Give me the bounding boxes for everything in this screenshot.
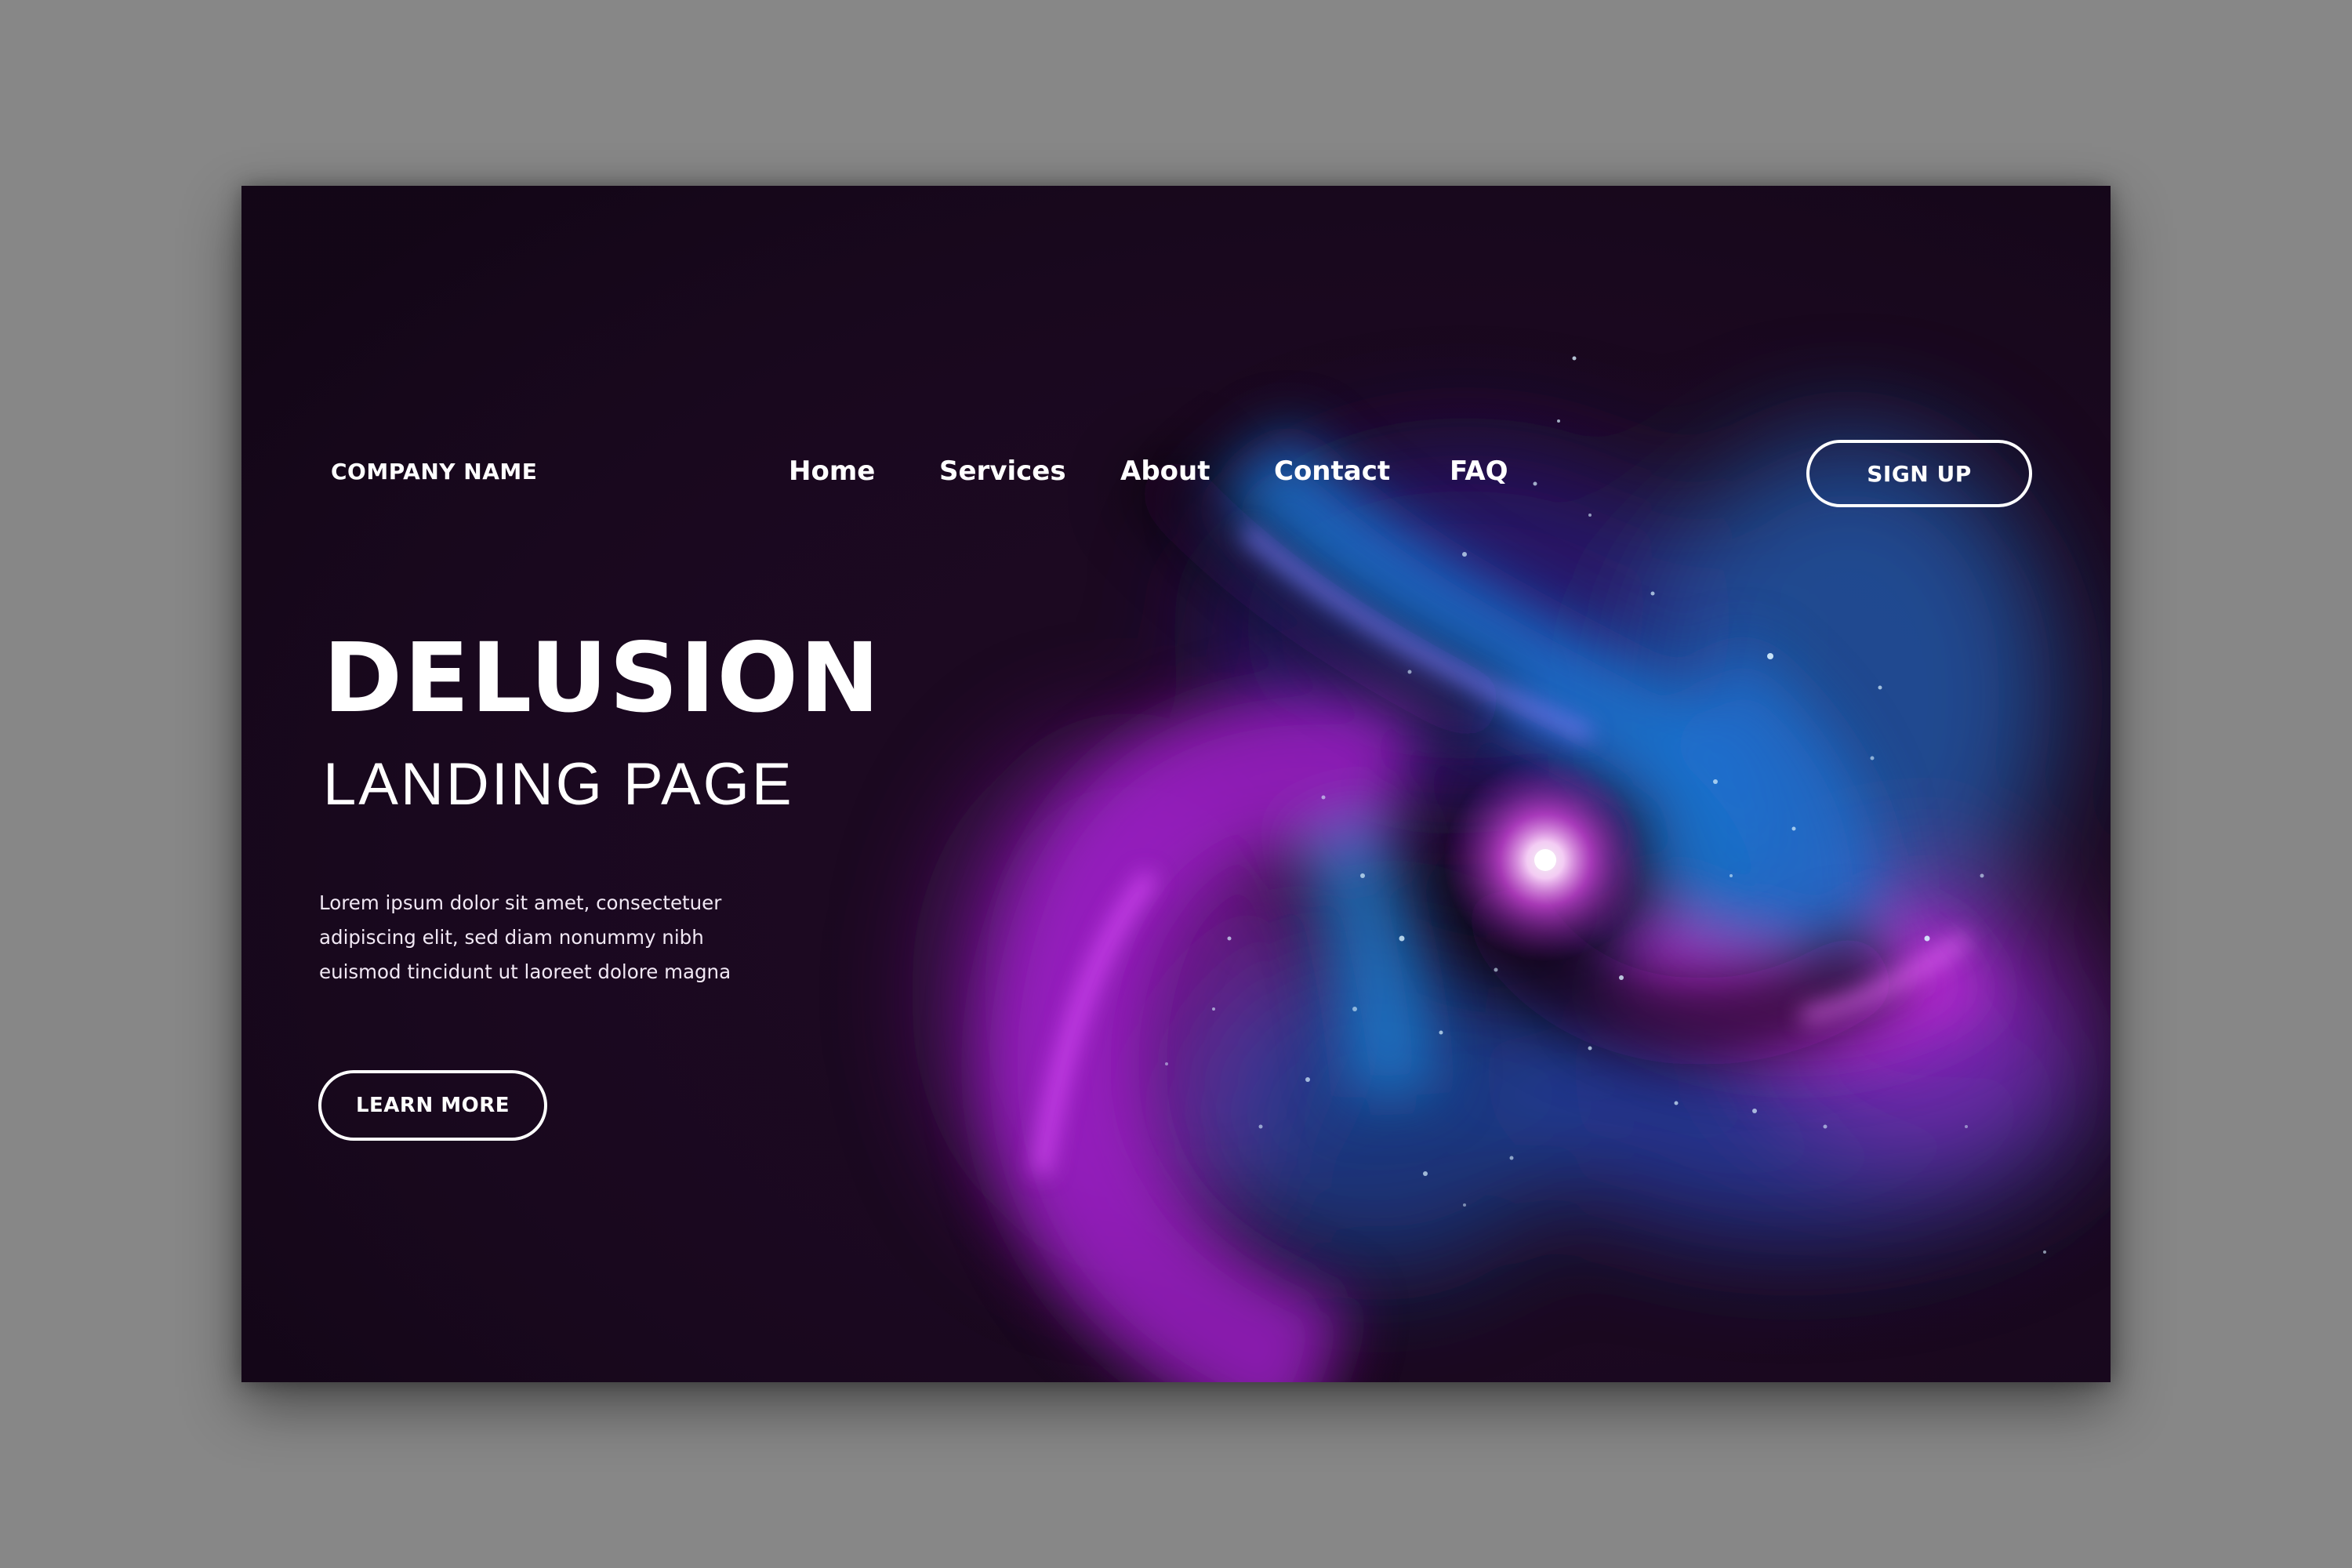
nav-link-about[interactable]: About [1120,456,1210,487]
hero-description-line: euismod tincidunt ut laoreet dolore magn… [319,960,731,983]
nav-link-faq[interactable]: FAQ [1450,456,1508,487]
hero-description: Lorem ipsum dolor sit amet, consectetuer… [319,886,758,989]
nav-link-contact[interactable]: Contact [1274,456,1390,487]
sign-up-button[interactable]: SIGN UP [1806,440,2032,507]
nav-link-services[interactable]: Services [939,456,1066,487]
hero-title: DELUSION [323,622,882,734]
nav-link-home[interactable]: Home [789,456,875,487]
company-name-logo[interactable]: COMPANY NAME [331,459,537,485]
landing-page: COMPANY NAME Home Services About Contact… [241,186,2111,1382]
hero-subtitle: LANDING PAGE [323,751,794,818]
hero-description-line: adipiscing elit, sed diam nonummy nibh [319,926,704,949]
hero-description-line: Lorem ipsum dolor sit amet, consectetuer [319,891,722,914]
learn-more-button[interactable]: LEARN MORE [318,1070,547,1141]
